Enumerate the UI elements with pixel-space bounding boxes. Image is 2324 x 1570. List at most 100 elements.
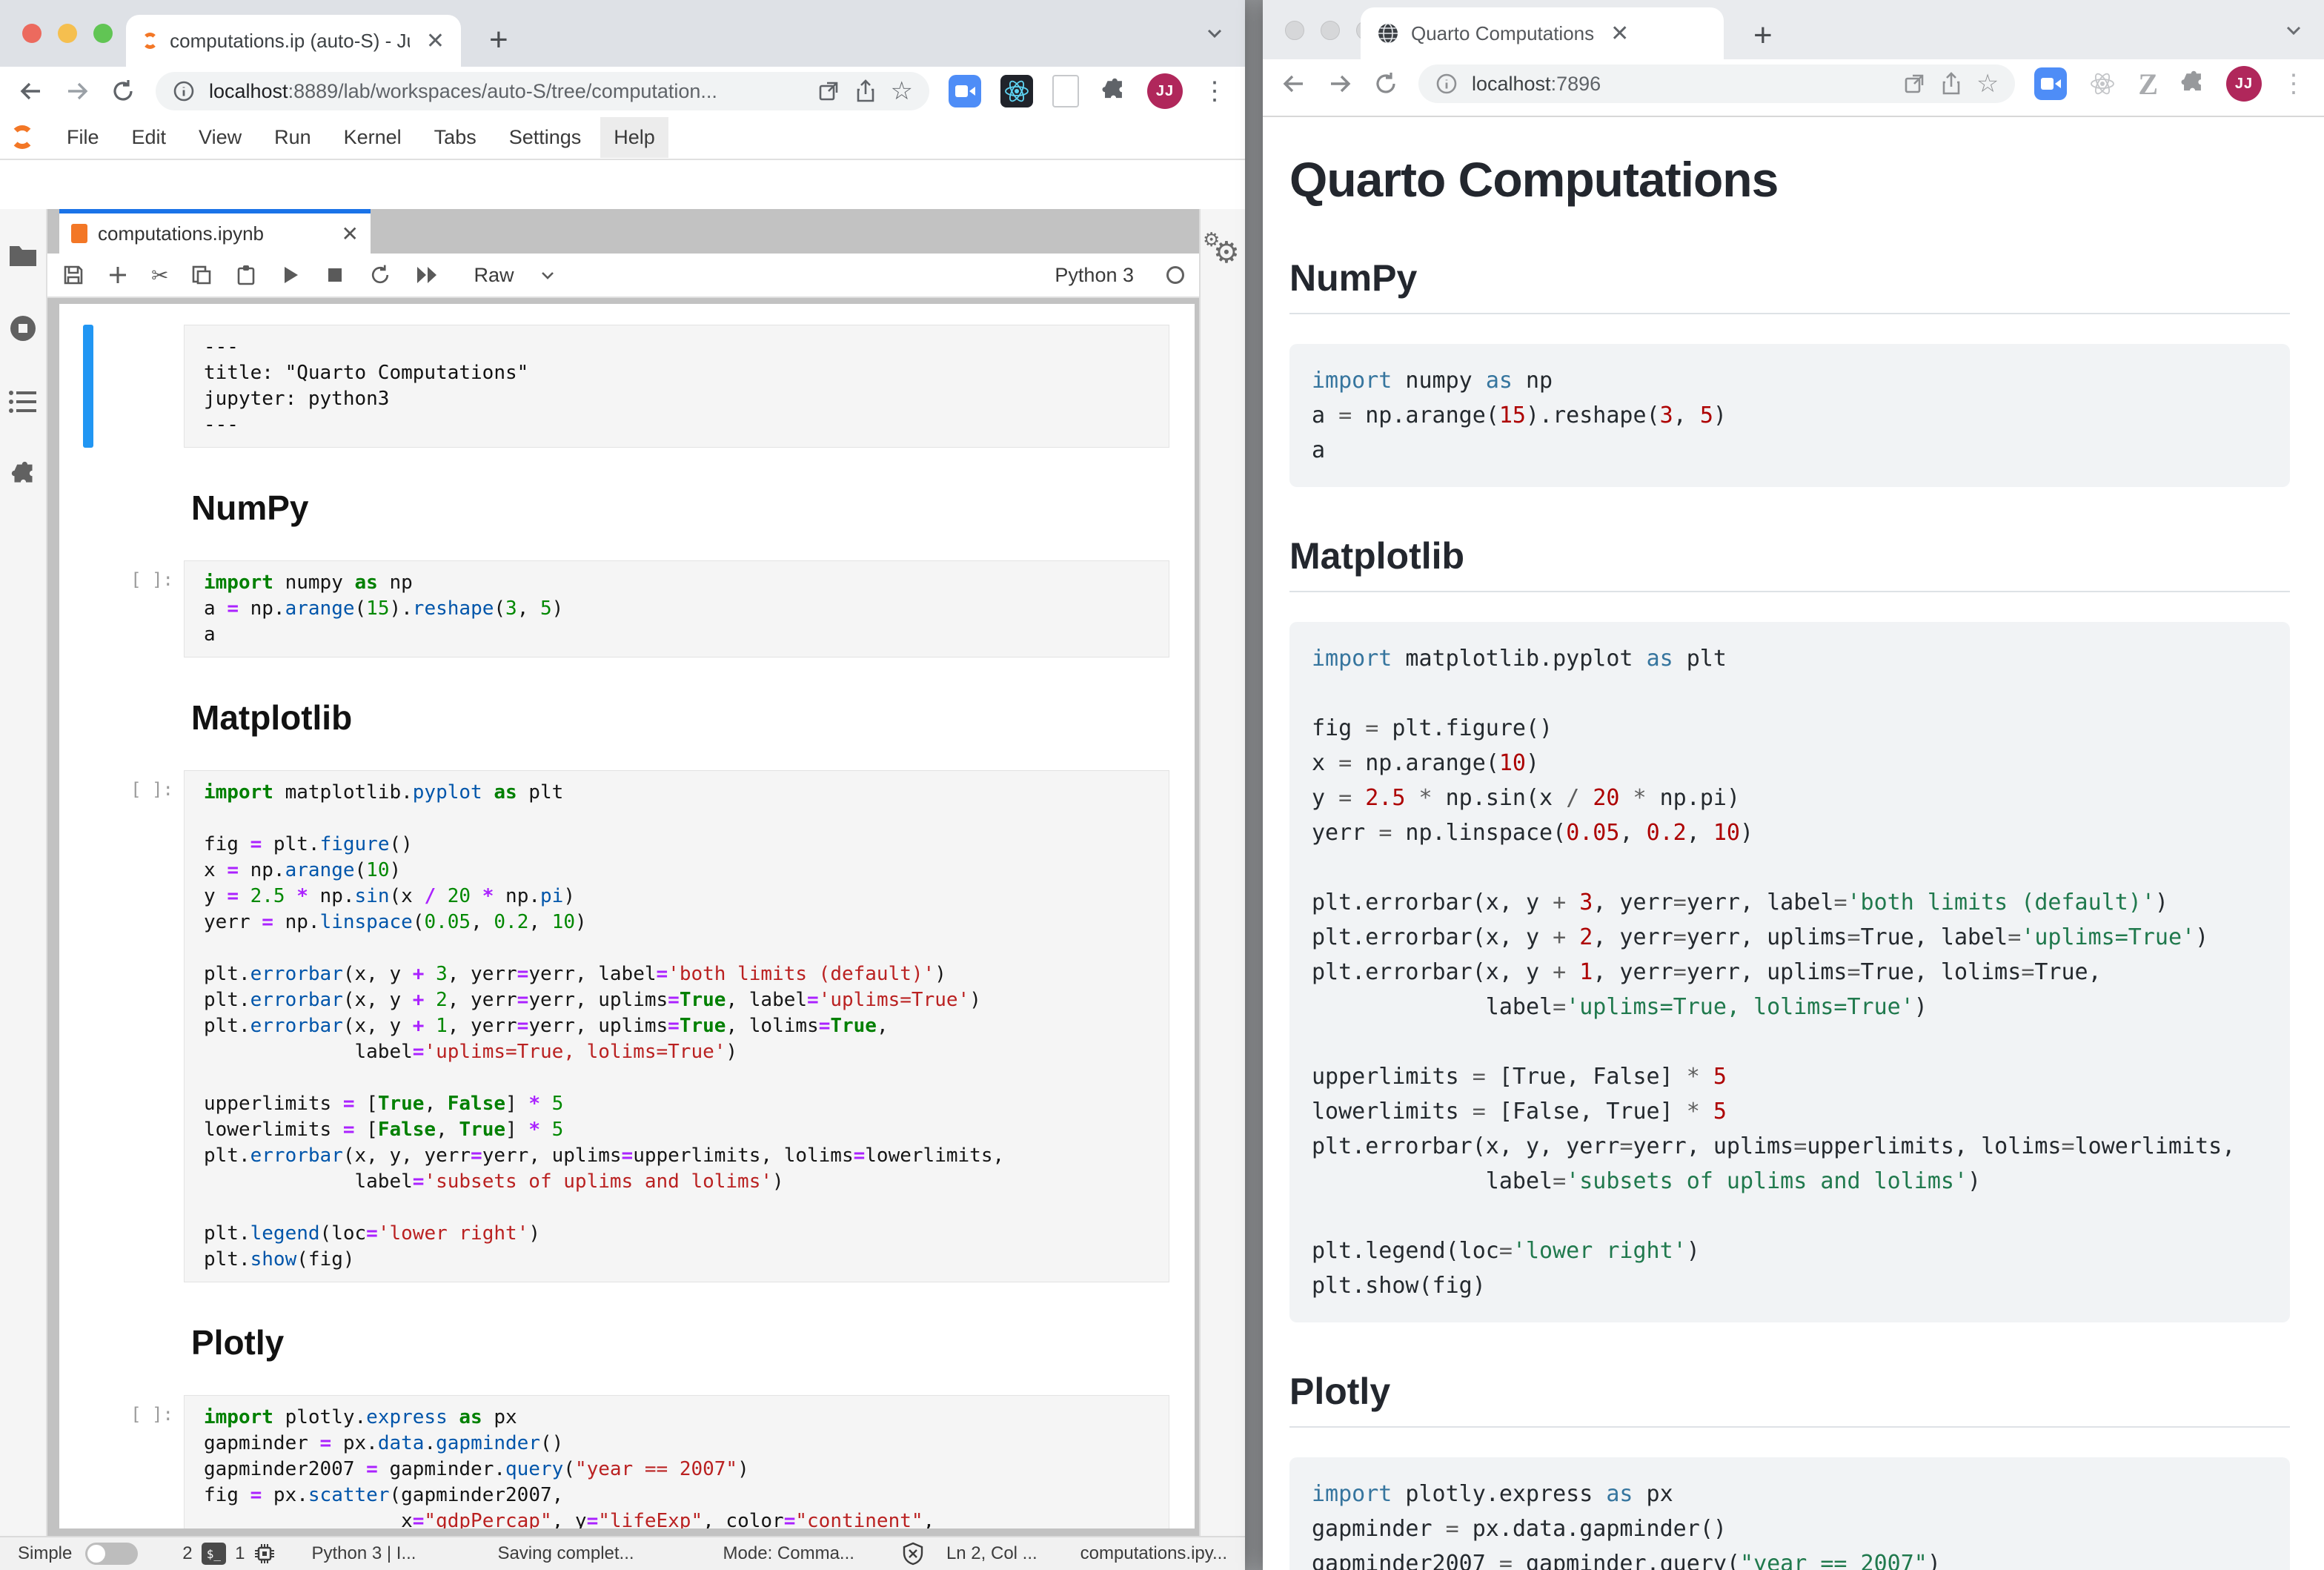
markdown-heading-plotly[interactable]: Plotly <box>191 1322 1169 1362</box>
file-browser-icon[interactable] <box>7 242 39 268</box>
menu-settings[interactable]: Settings <box>496 117 595 158</box>
site-info-icon[interactable] <box>172 79 196 103</box>
chevron-down-icon[interactable] <box>2282 19 2305 42</box>
new-tab-button[interactable]: + <box>489 24 508 56</box>
menu-tabs[interactable]: Tabs <box>421 117 490 158</box>
cell-type-dropdown[interactable]: Raw <box>474 264 557 287</box>
table-of-contents-icon[interactable] <box>7 388 39 415</box>
bookmark-star-icon[interactable]: ☆ <box>1976 71 1999 96</box>
video-extension-icon[interactable] <box>949 75 981 107</box>
menu-view[interactable]: View <box>185 117 255 158</box>
chevron-down-icon <box>539 266 557 284</box>
notebook-tabbar: computations.ipynb ✕ <box>47 209 1199 254</box>
share-icon[interactable] <box>1939 72 1963 96</box>
cell-gutter: [ ]: <box>59 770 184 1282</box>
jupyter-favicon <box>142 33 158 49</box>
markdown-heading-numpy[interactable]: NumPy <box>191 488 1169 528</box>
code-cell-editor[interactable]: import numpy as npa = np.arange(15).resh… <box>184 560 1169 658</box>
open-in-new-icon[interactable] <box>817 79 840 103</box>
cursor-position[interactable]: Ln 2, Col ... <box>946 1543 1038 1564</box>
markdown-heading-matplotlib[interactable]: Matplotlib <box>191 698 1169 738</box>
minimize-window-button[interactable] <box>58 24 77 43</box>
running-kernels-icon[interactable] <box>7 313 39 344</box>
active-cell-indicator <box>83 325 93 448</box>
avatar[interactable]: JJ <box>2226 66 2262 102</box>
close-window-button[interactable] <box>1285 21 1304 40</box>
avatar[interactable]: JJ <box>1147 73 1183 109</box>
trust-shield-icon <box>902 1542 924 1566</box>
copy-cells-button[interactable] <box>190 264 213 286</box>
globe-favicon <box>1377 22 1399 44</box>
notes-extension-icon[interactable] <box>1052 75 1079 107</box>
jupyter-activity-bar <box>0 209 47 1536</box>
extension-manager-icon[interactable] <box>7 460 39 491</box>
back-icon[interactable] <box>1281 70 1307 97</box>
code-cell-numpy[interactable]: [ ]: import numpy as npa = np.arange(15)… <box>59 560 1195 658</box>
browser-tab-jupyter[interactable]: computations.ip (auto-S) - Jup ✕ <box>126 15 461 67</box>
open-in-new-icon[interactable] <box>1902 72 1926 96</box>
bookmark-star-icon[interactable]: ☆ <box>891 79 913 104</box>
notebook-tab[interactable]: computations.ipynb ✕ <box>59 209 371 254</box>
run-cell-button[interactable] <box>279 264 302 286</box>
page-title: Quarto Computations <box>1289 150 2290 209</box>
browser-menu-icon[interactable]: ⋮ <box>2281 69 2306 99</box>
kernel-name[interactable]: Python 3 <box>1055 264 1134 287</box>
code-cell-editor[interactable]: import matplotlib.pyplot as plt fig = pl… <box>184 770 1169 1282</box>
close-window-button[interactable] <box>22 24 42 43</box>
react-devtools-extension-icon[interactable] <box>2086 67 2119 100</box>
new-tab-button[interactable]: + <box>1753 19 1773 52</box>
zoom-window-button[interactable] <box>93 24 113 43</box>
simple-mode-toggle[interactable] <box>85 1543 138 1565</box>
extensions-puzzle-icon[interactable] <box>2177 69 2207 99</box>
forward-icon[interactable] <box>1327 70 1353 97</box>
add-cell-button[interactable] <box>107 264 129 286</box>
site-info-icon[interactable] <box>1435 72 1458 96</box>
close-tab-icon[interactable]: ✕ <box>426 28 445 54</box>
z-extension-icon[interactable]: Z <box>2138 67 2158 102</box>
kernel-status-icon[interactable] <box>1166 266 1184 284</box>
browser-tab-quarto[interactable]: Quarto Computations ✕ <box>1361 7 1724 59</box>
menu-file[interactable]: File <box>53 117 113 158</box>
menu-help[interactable]: Help <box>600 117 668 158</box>
url-bar[interactable]: localhost:8889/lab/workspaces/auto-S/tre… <box>156 72 929 110</box>
terminal-icon: $_ <box>202 1543 227 1565</box>
paste-cells-button[interactable] <box>235 264 257 286</box>
section-heading-numpy: NumPy <box>1289 256 2290 314</box>
close-tab-icon[interactable]: ✕ <box>1610 21 1629 47</box>
react-devtools-extension-icon[interactable] <box>1000 75 1033 107</box>
raw-cell[interactable]: ---title: "Quarto Computations"jupyter: … <box>59 325 1195 448</box>
forward-icon[interactable] <box>64 78 90 105</box>
share-icon[interactable] <box>854 79 877 103</box>
property-inspector-icon[interactable]: ⚙⚙ <box>1204 234 1241 271</box>
chevron-down-icon[interactable] <box>1204 22 1226 44</box>
menu-kernel[interactable]: Kernel <box>331 117 415 158</box>
cut-cells-button[interactable]: ✂ <box>151 263 168 288</box>
code-cell-matplotlib[interactable]: [ ]: import matplotlib.pyplot as plt fig… <box>59 770 1195 1282</box>
notebook-scroll-area[interactable]: ---title: "Quarto Computations"jupyter: … <box>47 298 1199 1536</box>
video-extension-icon[interactable] <box>2034 67 2067 100</box>
menu-run[interactable]: Run <box>261 117 325 158</box>
back-icon[interactable] <box>18 78 44 105</box>
restart-run-all-button[interactable] <box>414 264 441 286</box>
restart-kernel-button[interactable] <box>368 263 392 287</box>
url-bar[interactable]: localhost:7896 ☆ <box>1418 64 2015 103</box>
raw-cell-editor[interactable]: ---title: "Quarto Computations"jupyter: … <box>184 325 1169 448</box>
interrupt-kernel-button[interactable] <box>324 264 346 286</box>
minimize-window-button[interactable] <box>1321 21 1340 40</box>
refresh-icon[interactable] <box>1372 70 1399 97</box>
close-notebook-tab-icon[interactable]: ✕ <box>342 222 359 246</box>
menu-edit[interactable]: Edit <box>119 117 180 158</box>
notebook-file-icon <box>71 224 87 243</box>
code-cell-plotly[interactable]: [ ]: import plotly.express as pxgapminde… <box>59 1395 1195 1528</box>
code-cell-editor[interactable]: import plotly.express as pxgapminder = p… <box>184 1395 1169 1528</box>
quarto-browser-window: Quarto Computations ✕ + localhost:7896 <box>1263 0 2324 1570</box>
browser-menu-icon[interactable]: ⋮ <box>1202 76 1227 106</box>
extensions-puzzle-icon[interactable] <box>1098 76 1128 106</box>
refresh-icon[interactable] <box>110 78 136 105</box>
jupyter-main-area: computations.ipynb ✕ ✂ <box>0 209 1245 1536</box>
kernel-status-text[interactable]: Python 3 | I... <box>311 1543 416 1564</box>
cell-gutter: [ ]: <box>59 560 184 658</box>
save-button[interactable] <box>62 264 84 286</box>
section-heading-plotly: Plotly <box>1289 1370 2290 1428</box>
browser-tabstrip: computations.ip (auto-S) - Jup ✕ + <box>0 0 1245 67</box>
